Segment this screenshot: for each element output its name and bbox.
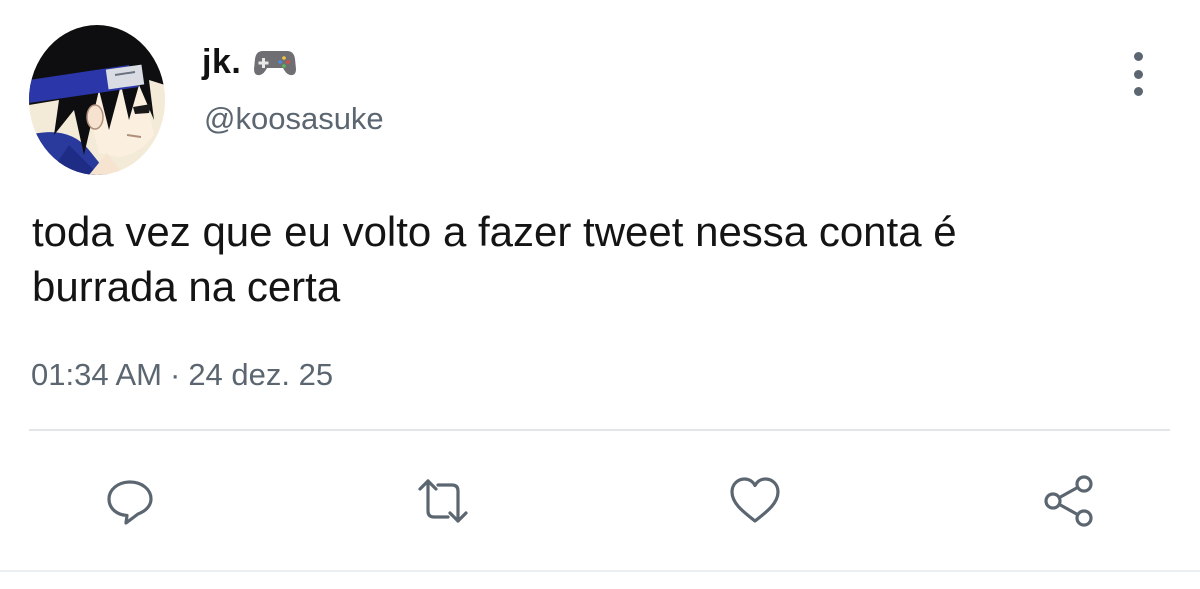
like-icon [730,477,780,523]
tweet-time: 01:34 AM [31,357,162,392]
share-button[interactable] [1040,472,1098,530]
share-icon [1044,475,1093,527]
display-name[interactable]: jk. [202,43,241,82]
tweet-card: jk. @koosasuke toda vez que eu volto a f… [0,0,1200,589]
bottom-divider [0,570,1200,572]
reply-button[interactable] [101,472,159,530]
tweet-date: 24 dez. 25 [188,357,334,392]
display-name-row: jk. [202,40,297,84]
user-handle[interactable]: @koosasuke [204,101,384,137]
more-options-dot [1133,87,1143,96]
gamepad-icon [253,47,297,77]
retweet-icon [418,479,468,523]
tweet-text-line: burrada na certa [32,263,341,310]
more-options-icon [1133,52,1143,61]
tweet-text-line: toda vez que eu volto a fazer tweet ness… [32,208,957,255]
reply-icon [107,480,153,525]
tweet-timestamp[interactable]: 01:34 AM · 24 dez. 25 [31,357,333,393]
like-button[interactable] [726,472,784,530]
tweet-text: toda vez que eu volto a fazer tweet ness… [32,204,1152,314]
divider [29,429,1170,431]
avatar[interactable] [29,25,165,175]
more-options-button[interactable] [1124,52,1152,96]
timestamp-separator: · [169,357,181,392]
more-options-dot [1133,69,1143,79]
retweet-button[interactable] [414,472,472,530]
